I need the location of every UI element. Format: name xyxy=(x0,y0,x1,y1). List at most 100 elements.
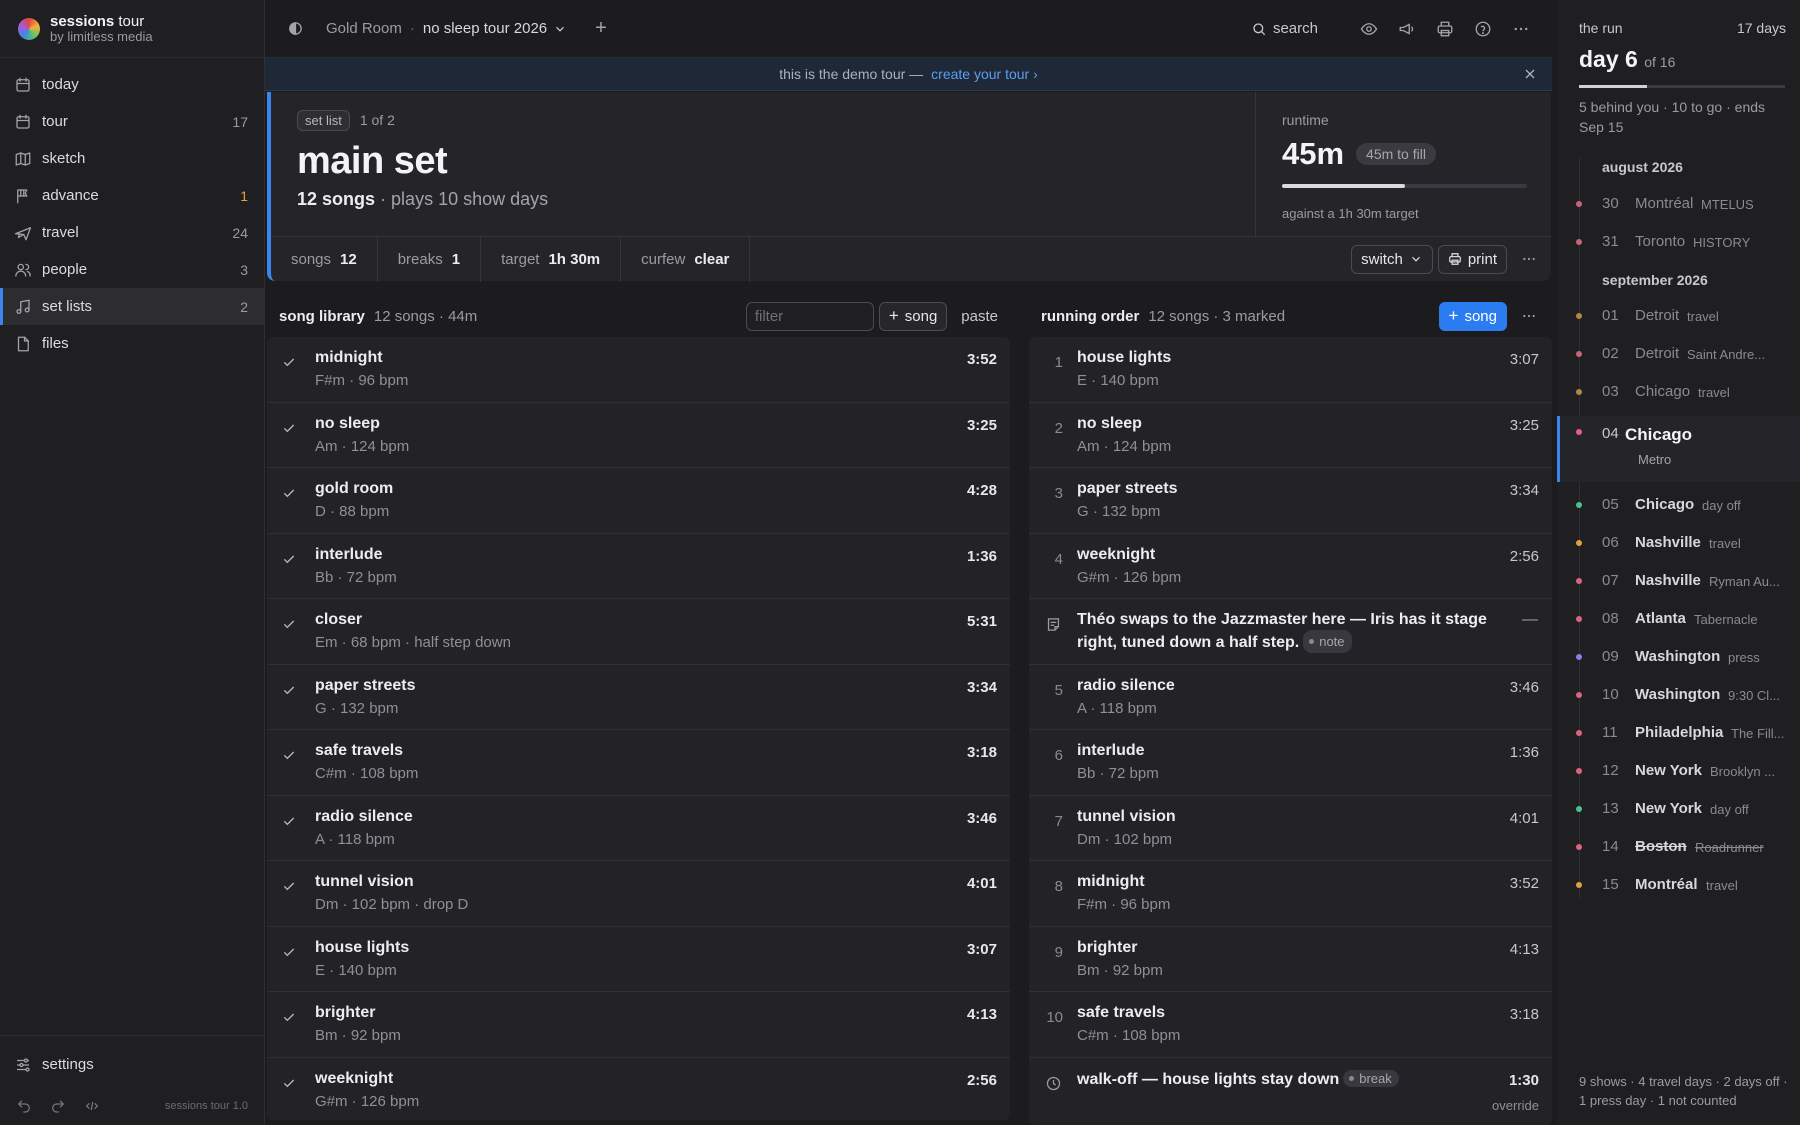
add-song-button[interactable]: + song xyxy=(878,301,948,331)
timeline-day[interactable]: 14 Boston Roadrunner xyxy=(1557,829,1800,867)
redo-icon[interactable] xyxy=(50,1098,66,1114)
run-summary: 9 shows · 4 travel days · 2 days off · 1… xyxy=(1579,1074,1788,1108)
timeline-day[interactable]: 06 Nashville travel xyxy=(1557,525,1800,563)
timeline-day[interactable]: 10 Washington 9:30 Cl... xyxy=(1557,677,1800,715)
create-tour-link[interactable]: create your tour › xyxy=(931,66,1038,82)
library-song-row[interactable]: midnight F#m · 96 bpm 3:52 xyxy=(267,337,1010,403)
check-icon[interactable] xyxy=(281,1075,297,1091)
break-row[interactable]: walk-off — house lights stay down break 1:… xyxy=(1029,1058,1552,1124)
timeline-day[interactable]: 03 Chicago travel xyxy=(1557,374,1800,412)
override-label: override xyxy=(1492,1097,1539,1113)
library-song-row[interactable]: house lights E · 140 bpm 3:07 xyxy=(267,927,1010,992)
sidebar-item-advance[interactable]: advance 1 xyxy=(0,177,264,214)
more-icon[interactable] xyxy=(1512,20,1530,38)
timeline-day[interactable]: 09 Washington press xyxy=(1557,639,1800,677)
undo-icon[interactable] xyxy=(16,1098,32,1114)
sidebar-item-set-lists[interactable]: set lists 2 xyxy=(0,288,264,325)
library-song-row[interactable]: paper streets G · 132 bpm 3:34 xyxy=(267,665,1010,730)
check-icon[interactable] xyxy=(281,747,297,763)
day-venue: travel xyxy=(1709,536,1741,551)
switch-button[interactable]: switch xyxy=(1351,244,1433,274)
running-order-row[interactable]: 9 brighter Bm · 92 bpm 4:13 xyxy=(1029,927,1552,992)
library-song-row[interactable]: gold room D · 88 bpm 4:28 xyxy=(267,468,1010,534)
song-name: paper streets xyxy=(1077,480,1178,497)
library-song-row[interactable]: tunnel vision Dm · 102 bpm · drop D 4:01 xyxy=(267,861,1010,927)
theme-toggle-icon[interactable] xyxy=(287,20,304,37)
sidebar-item-people[interactable]: people 3 xyxy=(0,251,264,288)
library-song-row[interactable]: safe travels C#m · 108 bpm 3:18 xyxy=(267,730,1010,796)
brand-subtitle: by limitless media xyxy=(50,28,153,44)
library-song-row[interactable]: interlude Bb · 72 bpm 1:36 xyxy=(267,534,1010,599)
sidebar-item-sketch[interactable]: sketch xyxy=(0,140,264,177)
running-order-row[interactable]: 6 interlude Bb · 72 bpm 1:36 xyxy=(1029,730,1552,796)
sidebar-item-files[interactable]: files xyxy=(0,325,264,362)
megaphone-icon[interactable] xyxy=(1398,20,1416,38)
timeline-day[interactable]: 11 Philadelphia The Fill... xyxy=(1557,715,1800,753)
print-button[interactable]: print xyxy=(1437,244,1507,274)
add-song-to-order-button[interactable]: + song xyxy=(1438,301,1507,331)
search-button[interactable]: search xyxy=(1251,20,1318,37)
check-icon[interactable] xyxy=(281,616,297,632)
more-icon[interactable] xyxy=(1521,251,1537,267)
sidebar-item-travel[interactable]: travel 24 xyxy=(0,214,264,251)
check-icon[interactable] xyxy=(281,813,297,829)
timeline-day[interactable]: 15 Montréal travel xyxy=(1557,867,1800,905)
library-song-row[interactable]: weeknight G#m · 126 bpm 2:56 xyxy=(267,1058,1010,1121)
check-icon[interactable] xyxy=(281,682,297,698)
check-icon[interactable] xyxy=(281,1009,297,1025)
sidebar-item-settings[interactable]: settings xyxy=(0,1046,264,1083)
sidebar-item-today[interactable]: today xyxy=(0,66,264,103)
timeline-day[interactable]: 07 Nashville Ryman Au... xyxy=(1557,563,1800,601)
running-order-row[interactable]: 3 paper streets G · 132 bpm 3:34 xyxy=(1029,468,1552,534)
row-number: 4 xyxy=(1054,550,1063,568)
song-meta: Bb · 72 bpm xyxy=(1077,765,1159,782)
running-order-row[interactable]: 5 radio silence A · 118 bpm 3:46 xyxy=(1029,665,1552,730)
add-tour-button[interactable]: + xyxy=(595,17,607,40)
running-order-row[interactable]: 10 safe travels C#m · 108 bpm 3:18 xyxy=(1029,992,1552,1058)
running-order-row[interactable]: 7 tunnel vision Dm · 102 bpm 4:01 xyxy=(1029,796,1552,861)
check-icon[interactable] xyxy=(281,485,297,501)
sidebar-item-tour[interactable]: tour 17 xyxy=(0,103,264,140)
library-song-row[interactable]: radio silence A · 118 bpm 3:46 xyxy=(267,796,1010,861)
running-order-row[interactable]: 4 weeknight G#m · 126 bpm 2:56 xyxy=(1029,534,1552,599)
timeline-day[interactable]: 13 New York day off xyxy=(1557,791,1800,829)
timeline-day[interactable]: 30 Montréal MTELUS xyxy=(1557,186,1800,224)
running-order-row[interactable]: 1 house lights E · 140 bpm 3:07 xyxy=(1029,337,1552,403)
timeline-day[interactable]: 01 Detroit travel xyxy=(1557,298,1800,336)
help-icon[interactable] xyxy=(1474,20,1492,38)
library-song-row[interactable]: no sleep Am · 124 bpm 3:25 xyxy=(267,403,1010,468)
tour-selector[interactable]: no sleep tour 2026 xyxy=(423,20,567,37)
sidebar-item-label: people xyxy=(42,261,88,278)
filter-input[interactable] xyxy=(745,301,874,331)
day-number: 11 xyxy=(1602,724,1618,741)
timeline-day[interactable]: 08 Atlanta Tabernacle xyxy=(1557,601,1800,639)
running-order-row[interactable]: 8 midnight F#m · 96 bpm 3:52 xyxy=(1029,861,1552,927)
venue-breadcrumb[interactable]: Gold Room xyxy=(326,20,402,37)
brand[interactable]: sessions tour by limitless media xyxy=(0,0,264,58)
song-meta: C#m · 108 bpm xyxy=(315,765,419,782)
code-icon[interactable] xyxy=(84,1098,100,1114)
sliders-icon xyxy=(17,1057,30,1072)
close-icon[interactable] xyxy=(1522,66,1538,82)
printer-icon[interactable] xyxy=(1436,20,1454,38)
more-icon[interactable] xyxy=(1521,308,1537,324)
library-song-row[interactable]: brighter Bm · 92 bpm 4:13 xyxy=(267,992,1010,1058)
timeline-day[interactable]: 02 Detroit Saint Andre... xyxy=(1557,336,1800,374)
timeline-day[interactable]: 31 Toronto HISTORY xyxy=(1557,224,1800,262)
timeline-day[interactable]: 05 Chicago day off xyxy=(1557,487,1800,525)
check-icon[interactable] xyxy=(281,944,297,960)
eye-icon[interactable] xyxy=(1360,20,1378,38)
running-order-row[interactable]: 2 no sleep Am · 124 bpm 3:25 xyxy=(1029,403,1552,468)
check-icon[interactable] xyxy=(281,551,297,567)
check-icon[interactable] xyxy=(281,878,297,894)
song-duration: 4:01 xyxy=(1509,809,1539,827)
note-chip: note xyxy=(1303,630,1352,653)
stat-songs: songs 12 xyxy=(271,236,378,282)
note-row[interactable]: Théo swaps to the Jazzmaster here — Iris… xyxy=(1029,599,1552,665)
check-icon[interactable] xyxy=(281,420,297,436)
check-icon[interactable] xyxy=(281,354,297,370)
timeline-day[interactable]: 04 Chicago Metro xyxy=(1557,416,1800,482)
paste-button[interactable]: paste xyxy=(961,308,998,325)
library-song-row[interactable]: closer Em · 68 bpm · half step down 5:31 xyxy=(267,599,1010,665)
timeline-day[interactable]: 12 New York Brooklyn ... xyxy=(1557,753,1800,791)
